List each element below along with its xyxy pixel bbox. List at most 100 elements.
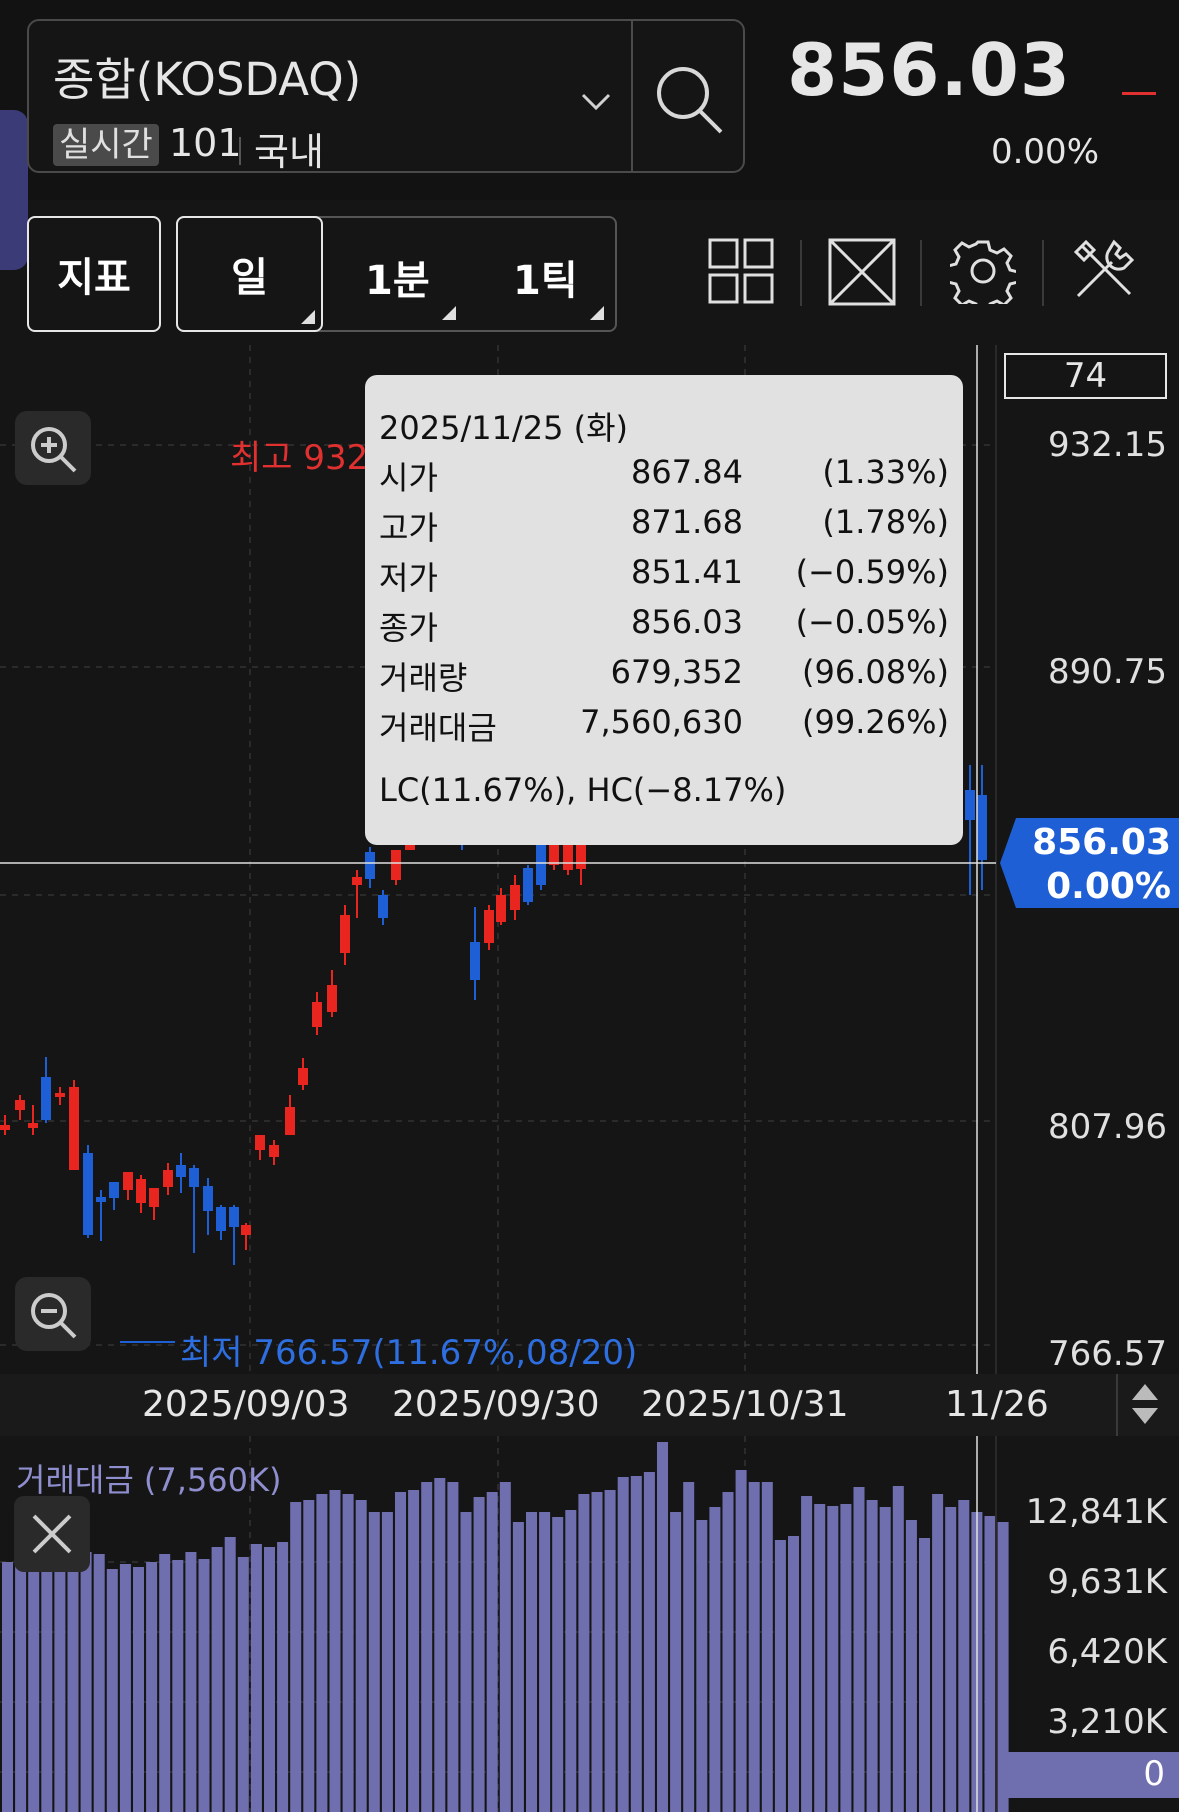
divider <box>800 240 802 306</box>
volume-bar <box>381 1512 393 1812</box>
volume-bar <box>67 1544 79 1812</box>
tools-icon[interactable] <box>1072 238 1138 308</box>
date-label: 2025/09/30 <box>392 1384 600 1425</box>
volume-bar <box>840 1504 852 1812</box>
candle-body <box>327 985 337 1012</box>
volume-bar <box>172 1560 184 1812</box>
volume-bar <box>604 1490 616 1812</box>
scale-toggle-icon[interactable] <box>1130 1382 1160 1430</box>
divider <box>239 137 241 165</box>
candle-body <box>378 895 388 918</box>
volume-bar <box>565 1510 577 1812</box>
indicator-button[interactable]: 지표 <box>27 216 161 332</box>
candle-body <box>391 850 401 880</box>
volume-bar <box>28 1549 40 1812</box>
candle-body <box>28 1123 38 1128</box>
change-percent: 0.00% <box>990 132 1099 172</box>
volume-bar <box>106 1569 118 1812</box>
volume-bar <box>277 1542 289 1812</box>
close-volume-button[interactable] <box>14 1496 90 1572</box>
volume-bar <box>54 1544 66 1812</box>
tooltip-pct: (99.26%) <box>802 703 949 741</box>
tooltip-value: 856.03 <box>631 603 743 641</box>
volume-axis-label: 9,631K <box>1047 1562 1167 1602</box>
volume-bar <box>250 1544 262 1812</box>
period-day-label: 일 <box>231 255 268 301</box>
volume-bar <box>303 1500 315 1812</box>
candle-body <box>229 1207 239 1227</box>
volume-bar <box>657 1442 668 1812</box>
volume-bar <box>617 1477 629 1812</box>
volume-bar <box>185 1552 197 1812</box>
volume-bar <box>801 1496 813 1812</box>
candle-body <box>977 795 987 860</box>
chevron-down-icon[interactable] <box>579 91 613 117</box>
volume-bar <box>591 1492 603 1812</box>
volume-bar <box>774 1540 786 1812</box>
candle-body <box>312 1002 322 1027</box>
candle-body <box>203 1186 213 1211</box>
tooltip-label: 종가 <box>379 609 438 647</box>
volume-bar <box>788 1536 799 1812</box>
price-axis-label: 766.57 <box>1048 1334 1167 1374</box>
volume-bar <box>198 1559 210 1812</box>
volume-bar <box>905 1520 917 1812</box>
market-label: 국내 <box>254 130 324 174</box>
volume-bar <box>919 1538 930 1812</box>
candle-body <box>163 1170 173 1187</box>
volume-bar <box>434 1478 446 1812</box>
volume-bar <box>827 1506 839 1812</box>
volume-bar <box>237 1557 249 1812</box>
period-tick-button[interactable]: 1틱 <box>513 248 578 306</box>
volume-bar <box>460 1512 472 1812</box>
zoom-out-icon <box>31 1293 77 1339</box>
zoom-in-button[interactable] <box>15 411 91 485</box>
candle-body <box>536 845 546 885</box>
tooltip-label: 거래대금 <box>379 709 497 747</box>
tooltip-value: 867.84 <box>631 453 743 491</box>
fullscreen-icon[interactable] <box>828 238 896 310</box>
tooltip-value: 871.68 <box>631 503 743 541</box>
candle-body <box>510 885 520 910</box>
volume-bar <box>526 1512 537 1812</box>
zoom-out-button[interactable] <box>15 1277 91 1351</box>
corner-indicator <box>442 306 456 320</box>
volume-bar <box>866 1500 878 1812</box>
realtime-badge: 실시간 <box>53 124 159 166</box>
volume-bar <box>119 1564 131 1812</box>
visible-count-box[interactable]: 74 <box>1004 353 1167 399</box>
tooltip-label: 시가 <box>379 459 438 497</box>
volume-bar <box>630 1476 642 1812</box>
volume-bar <box>93 1554 105 1812</box>
candle-body <box>41 1077 51 1120</box>
sidebar-handle[interactable] <box>0 110 28 270</box>
layout-grid-icon[interactable] <box>708 238 774 308</box>
period-minute-button[interactable]: 1분 <box>365 248 430 306</box>
gear-icon[interactable] <box>946 238 1020 314</box>
volume-bar <box>329 1490 341 1812</box>
volume-bar <box>159 1554 171 1812</box>
volume-bar <box>709 1507 721 1812</box>
candle-body <box>365 852 375 879</box>
candle-body <box>241 1225 251 1235</box>
tooltip-row: 거래량 679,352 (96.08%) <box>379 653 949 697</box>
change-indicator <box>1122 92 1156 95</box>
candle-body <box>69 1087 79 1170</box>
volume-bar <box>146 1562 158 1812</box>
tooltip-row: 거래대금 7,560,630 (99.26%) <box>379 703 949 747</box>
candle-body <box>255 1135 265 1150</box>
volume-bar <box>316 1494 328 1812</box>
period-day-button[interactable]: 일 <box>176 216 323 332</box>
candle-body <box>189 1168 199 1187</box>
tooltip-row: 저가 851.41 (−0.59%) <box>379 553 949 597</box>
tooltip-pct: (−0.59%) <box>795 553 949 591</box>
tooltip-value: 851.41 <box>631 553 743 591</box>
symbol-selector[interactable]: 종합(KOSDAQ) 실시간 101 국내 <box>27 19 745 174</box>
search-button[interactable] <box>633 21 743 171</box>
date-label: 11/26 <box>945 1384 1049 1425</box>
tooltip-value: 679,352 <box>610 653 743 691</box>
tooltip-pct: (96.08%) <box>802 653 949 691</box>
volume-bar <box>748 1482 760 1812</box>
date-label: 2025/10/31 <box>641 1384 849 1425</box>
zoom-in-icon <box>31 427 77 473</box>
